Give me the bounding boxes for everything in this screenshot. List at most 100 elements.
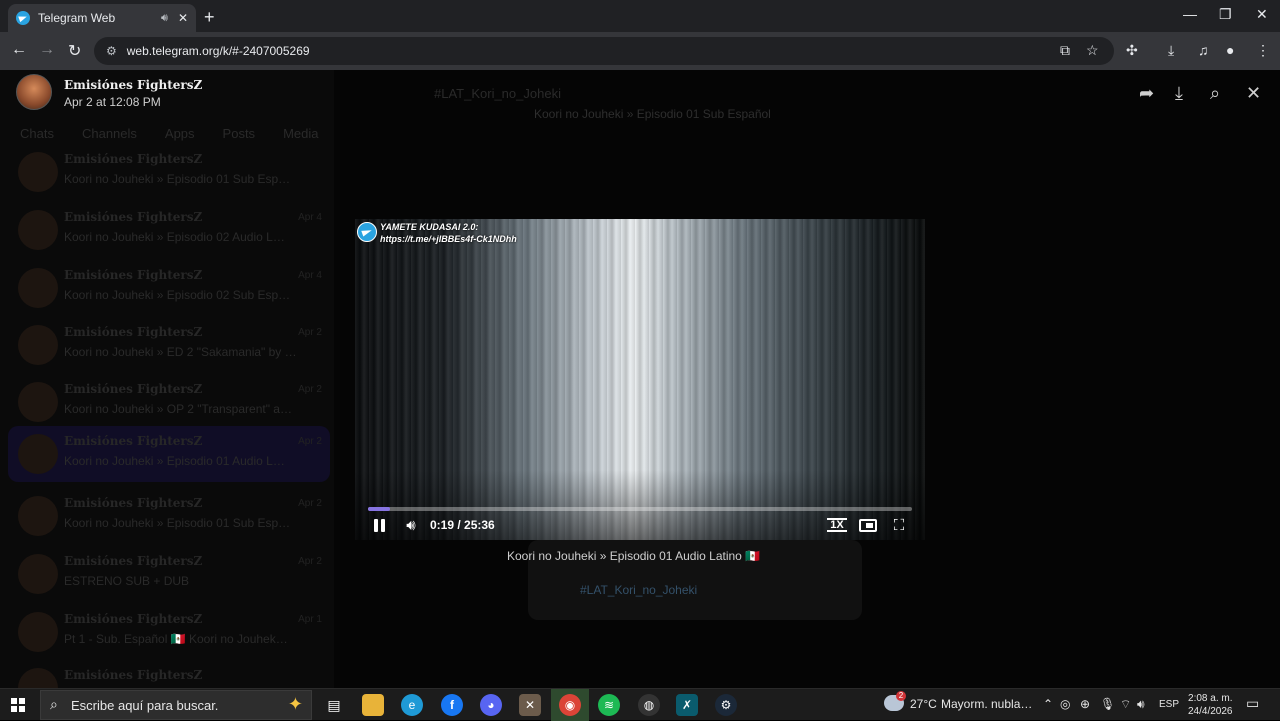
folder-tabs: Chats Channels Apps Posts Media [20, 126, 318, 141]
forward-arrow-icon[interactable]: → [39, 41, 55, 59]
tray-app-icon[interactable]: ⊕ [1080, 697, 1090, 711]
weather-temp[interactable]: 27°C [910, 697, 937, 711]
notifications-icon[interactable]: ▭ [1246, 695, 1259, 712]
chat-name: Emisiónes FightersZ [64, 325, 203, 339]
minimize-icon[interactable]: — [1183, 6, 1197, 22]
steam-icon[interactable]: ⚙︎ [715, 694, 737, 716]
file-explorer-icon[interactable] [362, 694, 384, 716]
forward-icon[interactable]: ➦ [1139, 83, 1154, 104]
edge-icon[interactable]: e [401, 694, 423, 716]
back-arrow-icon[interactable]: ← [11, 41, 27, 59]
telegram-logo-icon [357, 222, 377, 242]
tab-audio-icon[interactable]: 🔊︎ [161, 12, 168, 25]
zoom-icon[interactable]: ⌕ [1210, 83, 1220, 104]
new-tab-button[interactable]: + [204, 7, 215, 28]
browser-tab-telegram[interactable]: Telegram Web 🔊︎ ✕ [8, 4, 196, 32]
window-close-icon[interactable]: ✕ [1256, 6, 1268, 23]
close-viewer-icon[interactable]: ✕ [1246, 83, 1261, 104]
windows-start-icon[interactable] [11, 698, 25, 712]
folder-tab[interactable]: Channels [82, 126, 137, 141]
tab-close-icon[interactable]: ✕ [178, 11, 188, 25]
chat-list-item[interactable]: Emisiónes FightersZ Koori no Jouheki » E… [8, 488, 330, 544]
downloads-icon[interactable]: ⤓ [1168, 42, 1174, 59]
chat-list-item-selected[interactable]: Emisiónes FightersZ Koori no Jouheki » E… [8, 426, 330, 482]
video-progress-bar[interactable] [368, 507, 912, 511]
chat-list-item[interactable]: Emisiónes FightersZ Koori no Jouheki » E… [8, 202, 330, 258]
chat-preview: Koori no Jouheki » ED 2 "Sakamania" by … [64, 345, 297, 359]
browser-menu-icon[interactable]: ⋮ [1256, 42, 1270, 59]
weather-desc[interactable]: Mayorm. nubla… [941, 697, 1032, 711]
install-app-icon[interactable]: ⧉ [1060, 42, 1070, 59]
wifi-icon[interactable]: ⌔ [1120, 697, 1131, 712]
tray-chevron-icon[interactable]: ⌃ [1043, 697, 1053, 711]
site-info-icon[interactable]: ⚙︎ [106, 44, 117, 58]
watermark-line2: https://t.me/+jIBBEs4f-Ck1NDhh [380, 234, 517, 244]
message-title: Koori no Jouheki » Episodio 01 Sub Españ… [534, 107, 771, 121]
avatar [18, 382, 58, 422]
chat-list-sidebar: Chats Channels Apps Posts Media Emisióne… [0, 70, 334, 688]
chat-list-item[interactable]: Emisiónes FightersZ [8, 660, 330, 688]
taskbar-search[interactable]: ⌕ Escribe aquí para buscar. ✦ [40, 690, 312, 720]
copilot-sparkle-icon[interactable]: ✦ [288, 694, 303, 715]
extensions-icon[interactable]: ✣ [1126, 42, 1138, 59]
chrome-icon[interactable]: ◉ [559, 694, 581, 716]
avatar [18, 668, 58, 688]
chat-list-item[interactable]: Emisiónes FightersZ ESTRENO SUB + DUB Ap… [8, 546, 330, 602]
obs-icon[interactable]: ◍ [638, 694, 660, 716]
app-x-icon[interactable]: ✗ [676, 694, 698, 716]
volume-icon[interactable]: 🔊︎ [401, 515, 421, 535]
chat-list-item[interactable]: Emisiónes FightersZ Pt 1 - Sub. Español … [8, 604, 330, 660]
chat-list-item[interactable]: Emisiónes FightersZ Koori no Jouheki » E… [8, 260, 330, 316]
media-control-icon[interactable]: ♫ [1198, 42, 1209, 58]
chat-list-item[interactable]: Emisiónes FightersZ Koori no Jouheki » E… [8, 317, 330, 373]
video-player[interactable]: YAMETE KUDASAI 2.0: https://t.me/+jIBBEs… [355, 219, 925, 540]
bookmark-star-icon[interactable]: ☆ [1086, 42, 1099, 59]
clock-time: 2:08 a. m. [1188, 693, 1233, 704]
avatar [18, 434, 58, 474]
avatar [18, 612, 58, 652]
playback-speed-button[interactable]: 1X [827, 518, 847, 532]
avatar [18, 554, 58, 594]
reload-icon[interactable]: ↻ [68, 41, 81, 61]
folder-tab[interactable]: Media [283, 126, 318, 141]
pause-button[interactable] [372, 515, 386, 535]
address-bar[interactable]: ⚙︎ web.telegram.org/k/#-2407005269 [94, 37, 1114, 65]
chat-time: Apr 2 [298, 498, 322, 509]
message-caption: Koori no Jouheki » Episodio 01 Audio Lat… [507, 549, 761, 563]
chat-list-item[interactable]: Emisiónes FightersZ Koori no Jouheki » O… [8, 374, 330, 430]
download-icon[interactable]: ⤓ [1175, 83, 1183, 104]
chat-preview: Koori no Jouheki » Episodio 01 Audio L… [64, 454, 285, 468]
chat-name: Emisiónes FightersZ [64, 668, 203, 682]
microphone-icon[interactable]: 🎙︎ [1100, 697, 1115, 711]
chat-list-item[interactable]: Emisiónes FightersZ Koori no Jouheki » E… [8, 144, 330, 200]
discord-icon[interactable]: ◕ [480, 694, 502, 716]
avatar [18, 210, 58, 250]
sender-avatar[interactable] [16, 74, 52, 110]
task-view-icon[interactable]: ▤ [323, 694, 345, 716]
profile-avatar-icon[interactable]: ● [1226, 42, 1234, 58]
avatar [18, 152, 58, 192]
language-indicator[interactable]: ESP [1159, 699, 1179, 710]
spotify-icon[interactable]: ≋ [598, 694, 620, 716]
folder-tab[interactable]: Apps [165, 126, 195, 141]
taskbar-search-placeholder: Escribe aquí para buscar. [71, 697, 219, 713]
url-text: web.telegram.org/k/#-2407005269 [126, 44, 310, 58]
video-frame[interactable] [355, 219, 925, 540]
speaker-icon[interactable]: 🔊︎ [1137, 697, 1145, 712]
system-clock[interactable]: 2:08 a. m. 24/4/2026 [1188, 692, 1233, 718]
chat-name: Emisiónes FightersZ [64, 554, 203, 568]
tray-app-icon[interactable]: ◎ [1060, 697, 1070, 711]
fullscreen-icon[interactable]: ⛶ [890, 515, 908, 535]
facebook-icon[interactable]: f [441, 694, 463, 716]
sender-name[interactable]: Emisiónes FightersZ [64, 78, 202, 92]
folder-tab[interactable]: Chats [20, 126, 54, 141]
game-icon[interactable]: ✕ [519, 694, 541, 716]
chat-time: Apr 2 [298, 327, 322, 338]
chat-name: Emisiónes FightersZ [64, 496, 203, 510]
folder-tab[interactable]: Posts [223, 126, 256, 141]
restore-icon[interactable]: ❐ [1219, 6, 1232, 23]
message-hashtag[interactable]: #LAT_Kori_no_Joheki [580, 583, 697, 597]
search-icon: ⌕ [50, 696, 58, 712]
picture-in-picture-icon[interactable] [859, 519, 877, 532]
chat-time: Apr 4 [298, 212, 322, 223]
